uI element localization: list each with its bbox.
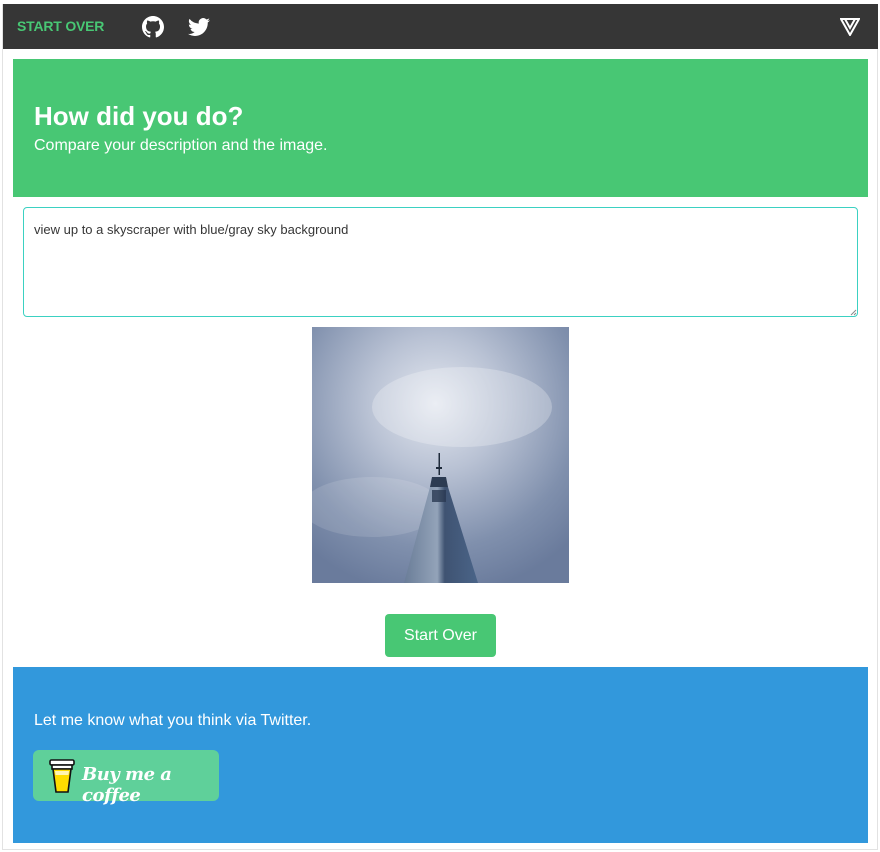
description-textarea[interactable]: view up to a skyscraper with blue/gray s… xyxy=(23,207,858,317)
resize-grip-icon[interactable] xyxy=(850,309,857,316)
buy-me-a-coffee-label: Buy me a coffee xyxy=(82,764,172,806)
feedback-section: Let me know what you think via Twitter. … xyxy=(13,667,868,843)
result-hero: How did you do? Compare your description… xyxy=(13,59,868,197)
twitter-icon[interactable] xyxy=(188,16,210,38)
nav-start-over-link[interactable]: START OVER xyxy=(17,18,104,34)
feedback-text: Let me know what you think via Twitter. xyxy=(34,712,312,729)
buy-me-a-coffee-button[interactable]: Buy me a coffee xyxy=(33,750,219,806)
start-over-button[interactable]: Start Over xyxy=(385,614,496,657)
skyscraper-photo xyxy=(312,327,569,583)
vuetify-logo-icon[interactable] xyxy=(840,18,860,36)
page-title: How did you do? xyxy=(34,101,244,131)
navbar: START OVER xyxy=(3,4,878,49)
github-icon[interactable] xyxy=(142,16,164,38)
coffee-cup-icon xyxy=(49,759,75,793)
page-subtitle: Compare your description and the image. xyxy=(34,137,328,154)
